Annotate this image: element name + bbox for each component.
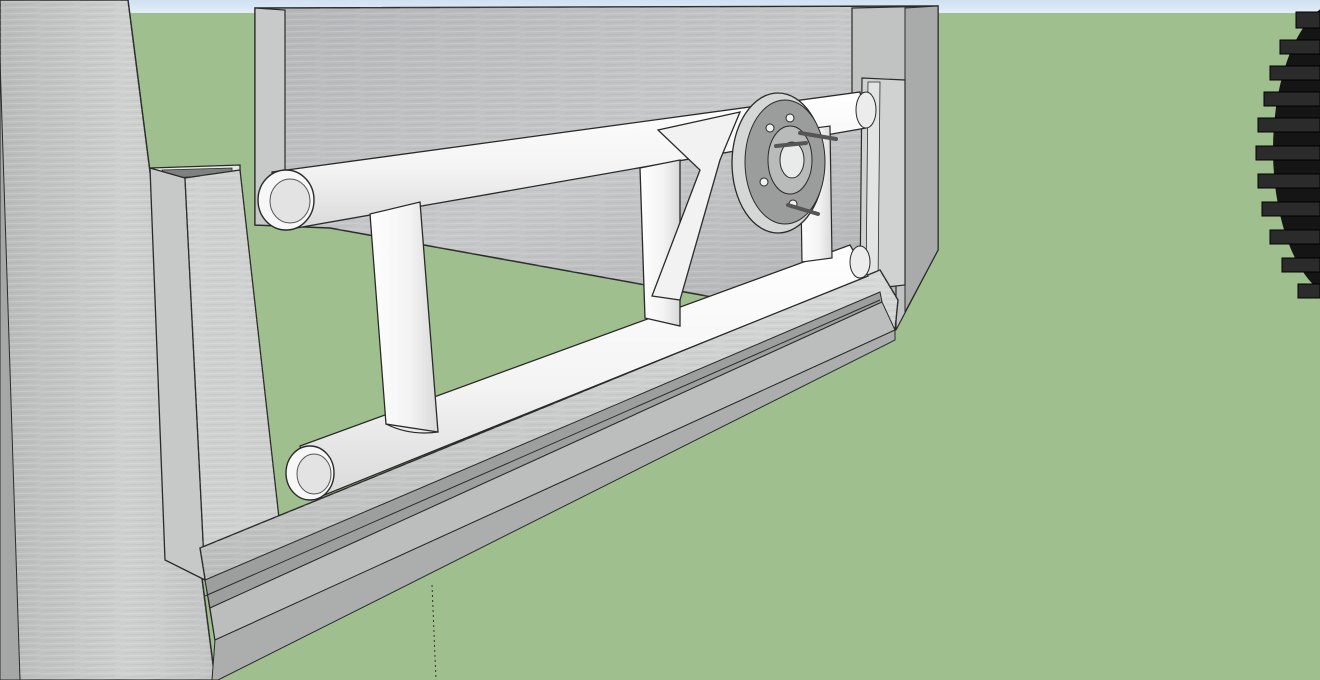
model-viewport[interactable] [0,0,1320,680]
3d-scene[interactable] [0,0,1320,680]
